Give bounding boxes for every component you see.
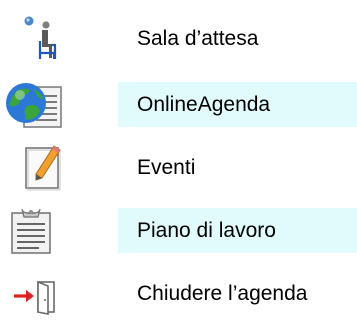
- menu-item-label: Eventi: [137, 156, 196, 179]
- menu-item-online-agenda[interactable]: OnlineAgenda: [0, 72, 357, 137]
- menu-item-label: Chiudere l’agenda: [137, 282, 308, 305]
- menu-item-events[interactable]: Eventi: [0, 135, 357, 200]
- menu-item-label: Piano di lavoro: [137, 219, 276, 242]
- menu-item-work-plan[interactable]: Piano di lavoro: [0, 198, 357, 263]
- notepad-pencil-icon: [4, 144, 66, 192]
- globe-document-icon: [4, 81, 66, 129]
- menu-item-waiting-room[interactable]: Sala d’attesa: [0, 6, 357, 71]
- waiting-room-icon: [4, 15, 66, 63]
- menu-item-label: OnlineAgenda: [137, 93, 271, 116]
- clipboard-icon: [4, 207, 66, 255]
- exit-door-icon: [4, 270, 66, 318]
- agenda-menu: Sala d’attesa OnlineAgenda Eventi Piano …: [0, 0, 357, 325]
- menu-item-label: Sala d’attesa: [137, 27, 259, 50]
- menu-item-close-agenda[interactable]: Chiudere l’agenda: [0, 261, 357, 326]
